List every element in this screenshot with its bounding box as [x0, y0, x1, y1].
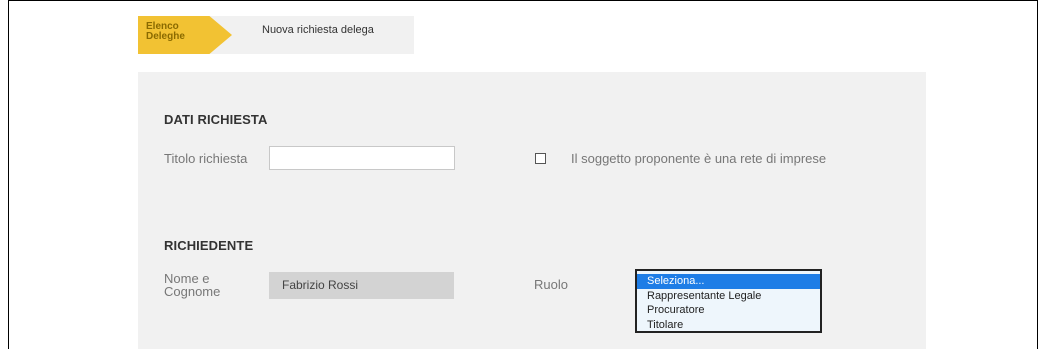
ruolo-option[interactable]: Rappresentante Legale	[637, 289, 820, 304]
ruolo-option[interactable]: Procuratore	[637, 303, 820, 318]
rete-imprese-label: Il soggetto proponente è una rete di imp…	[571, 151, 827, 166]
titolo-richiesta-input[interactable]	[269, 146, 455, 170]
ruolo-listbox[interactable]: Seleziona... Rappresentante Legale Procu…	[635, 269, 822, 333]
breadcrumb: Elenco Deleghe Nuova richiesta delega	[138, 16, 414, 54]
titolo-richiesta-label: Titolo richiesta	[164, 151, 248, 166]
rete-imprese-checkbox[interactable]	[535, 153, 546, 164]
nome-cognome-field: Fabrizio Rossi	[269, 272, 454, 299]
ruolo-label: Ruolo	[534, 277, 568, 292]
ruolo-option[interactable]: Seleziona...	[637, 274, 820, 289]
nome-cognome-label: Nome e Cognome	[164, 271, 221, 299]
ruolo-option[interactable]: Titolare	[637, 318, 820, 333]
section-title-dati-richiesta: DATI RICHIESTA	[164, 112, 268, 127]
breadcrumb-elenco-deleghe-label: Elenco Deleghe	[146, 21, 185, 42]
breadcrumb-current-page: Nuova richiesta delega	[262, 24, 374, 36]
section-title-richiedente: RICHIEDENTE	[164, 238, 254, 253]
form-panel: DATI RICHIESTA Titolo richiesta Il sogge…	[138, 72, 926, 349]
breadcrumb-elenco-deleghe[interactable]: Elenco Deleghe	[138, 16, 232, 54]
